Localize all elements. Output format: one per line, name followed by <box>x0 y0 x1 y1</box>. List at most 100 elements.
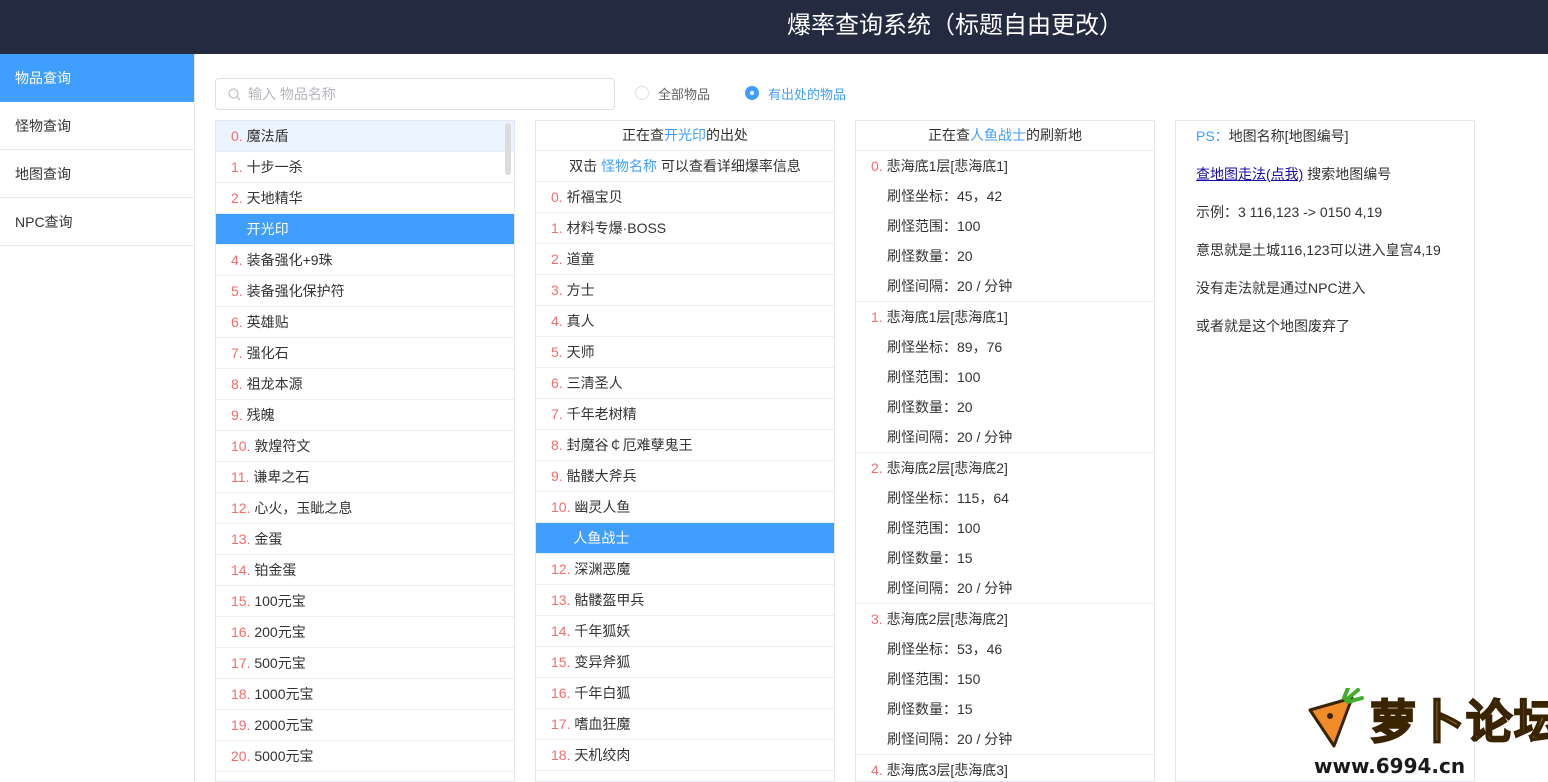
list-item[interactable]: 9. 骷髅大斧兵 <box>536 461 834 492</box>
map-route-link[interactable]: 查地图走法(点我) <box>1196 166 1303 182</box>
spawn-count: 刷怪数量：15 <box>887 701 973 717</box>
spawn-coord: 刷怪坐标：45，42 <box>887 188 1003 204</box>
radio-items-with-source-label: 有出处的物品 <box>768 86 847 102</box>
spawn-list: 正在查人鱼战士的刷新地 0. 悲海底1层[悲海底1] 刷怪坐标：45，42 刷怪… <box>855 120 1155 782</box>
search-input[interactable] <box>248 79 608 109</box>
sidebar-item-items[interactable]: 物品查询 <box>0 54 194 102</box>
spawn-count: 刷怪数量：20 <box>887 399 973 415</box>
list-item[interactable]: 2. 道童 <box>536 244 834 275</box>
spawn-interval: 刷怪间隔：20 / 分钟 <box>887 580 1013 596</box>
list-item[interactable]: 18. 1000元宝 <box>216 679 514 710</box>
radio-all-items-label: 全部物品 <box>658 86 711 102</box>
list-item-selected[interactable]: 11. 人鱼战士 <box>536 523 834 554</box>
watermark-text: 萝卜论坛 <box>1369 694 1548 750</box>
list-item[interactable]: 14. 铂金蛋 <box>216 555 514 586</box>
list-item[interactable]: 17. 嗜血狂魔 <box>536 709 834 740</box>
list-item[interactable]: 6. 英雄贴 <box>216 307 514 338</box>
spawn-map-name: 0. 悲海底1层[悲海底1] <box>871 158 1008 174</box>
list-item[interactable]: 12. 深渊恶魔 <box>536 554 834 585</box>
list-item[interactable]: 15. 100元宝 <box>216 586 514 617</box>
app-header: 爆率查询系统（标题自由更改） <box>0 0 1548 54</box>
carrot-icon <box>1308 688 1364 748</box>
list-item[interactable]: 10. 敦煌符文 <box>216 431 514 462</box>
spawn-range: 刷怪范围：100 <box>887 369 981 385</box>
sidebar: 物品查询 怪物查询 地图查询 NPC查询 <box>0 54 195 782</box>
search-box <box>215 78 615 110</box>
list-item-selected[interactable]: 3. 开光印 <box>216 214 514 245</box>
spawn-coord: 刷怪坐标：115，64 <box>887 490 1009 506</box>
radio-circle <box>635 86 649 100</box>
spawn-range: 刷怪范围：100 <box>887 218 981 234</box>
list-item[interactable]: 5. 天师 <box>536 337 834 368</box>
info-line: 没有走法就是通过NPC进入 <box>1196 280 1366 296</box>
radio-all-items[interactable]: 全部物品 <box>635 84 710 102</box>
source-list: 正在查开光印的出处 双击 怪物名称 可以查看详细爆率信息 0. 祈福宝贝 1. … <box>535 120 835 782</box>
spawn-interval: 刷怪间隔：20 / 分钟 <box>887 731 1013 747</box>
spawn-map-name: 4. 悲海底3层[悲海底3] <box>871 762 1008 778</box>
list-item[interactable]: 20. 5000元宝 <box>216 741 514 772</box>
list-item[interactable]: 0. 魔法盾 <box>216 121 514 152</box>
source-list-header: 正在查开光印的出处 <box>536 121 834 151</box>
list-item[interactable]: 11. 谦卑之石 <box>216 462 514 493</box>
list-item[interactable]: 0. 祈福宝贝 <box>536 182 834 213</box>
list-item[interactable]: 14. 千年狐妖 <box>536 616 834 647</box>
page-title: 爆率查询系统（标题自由更改） <box>787 12 1123 39</box>
list-item[interactable]: 10. 幽灵人鱼 <box>536 492 834 523</box>
list-item[interactable]: 18. 天机绞肉 <box>536 740 834 771</box>
spawn-entry[interactable]: 0. 悲海底1层[悲海底1] 刷怪坐标：45，42 刷怪范围：100 刷怪数量：… <box>856 151 1154 302</box>
list-item[interactable]: 12. 心火，玉眦之息 <box>216 493 514 524</box>
list-item[interactable]: 7. 强化石 <box>216 338 514 369</box>
list-item[interactable]: 8. 祖龙本源 <box>216 369 514 400</box>
radio-items-with-source[interactable]: 有出处的物品 <box>745 84 846 102</box>
scrollbar-thumb[interactable] <box>505 123 511 175</box>
list-item[interactable]: 3. 方士 <box>536 275 834 306</box>
list-item[interactable]: 1. 十步一杀 <box>216 152 514 183</box>
spawn-coord: 刷怪坐标：53，46 <box>887 641 1003 657</box>
radio-circle-checked <box>745 86 759 100</box>
watermark-url: www.6994.cn <box>1314 754 1466 778</box>
info-line: 意思就是土城116,123可以进入皇宫4,19 <box>1196 242 1441 258</box>
spawn-map-name: 1. 悲海底1层[悲海底1] <box>871 309 1008 325</box>
spawn-coord: 刷怪坐标：89，76 <box>887 339 1003 355</box>
list-item[interactable]: 16. 千年白狐 <box>536 678 834 709</box>
sidebar-item-maps[interactable]: 地图查询 <box>0 150 194 198</box>
info-line: PS：地图名称[地图编号] <box>1196 128 1349 144</box>
spawn-count: 刷怪数量：20 <box>887 248 973 264</box>
list-item[interactable]: 13. 骷髅盔甲兵 <box>536 585 834 616</box>
list-item[interactable]: 5. 装备强化保护符 <box>216 276 514 307</box>
info-line: 查地图走法(点我) 搜索地图编号 <box>1196 166 1392 182</box>
list-item[interactable]: 2. 天地精华 <box>216 183 514 214</box>
sidebar-item-monsters[interactable]: 怪物查询 <box>0 102 194 150</box>
list-item[interactable]: 16. 200元宝 <box>216 617 514 648</box>
spawn-entry[interactable]: 1. 悲海底1层[悲海底1] 刷怪坐标：89，76 刷怪范围：100 刷怪数量：… <box>856 302 1154 453</box>
list-item[interactable]: 1. 材料专爆·BOSS <box>536 213 834 244</box>
list-item[interactable]: 6. 三清圣人 <box>536 368 834 399</box>
spawn-list-header: 正在查人鱼战士的刷新地 <box>856 121 1154 151</box>
spawn-interval: 刷怪间隔：20 / 分钟 <box>887 278 1013 294</box>
spawn-entry[interactable]: 2. 悲海底2层[悲海底2] 刷怪坐标：115，64 刷怪范围：100 刷怪数量… <box>856 453 1154 604</box>
list-item[interactable]: 4. 真人 <box>536 306 834 337</box>
list-item[interactable]: 9. 残魄 <box>216 400 514 431</box>
spawn-count: 刷怪数量：15 <box>887 550 973 566</box>
source-list-hint: 双击 怪物名称 可以查看详细爆率信息 <box>536 151 834 182</box>
spawn-entry[interactable]: 3. 悲海底2层[悲海底2] 刷怪坐标：53，46 刷怪范围：150 刷怪数量：… <box>856 604 1154 755</box>
list-item[interactable]: 7. 千年老树精 <box>536 399 834 430</box>
list-item[interactable]: 8. 封魔谷￠厄难孽鬼王 <box>536 430 834 461</box>
spawn-map-name: 3. 悲海底2层[悲海底2] <box>871 611 1008 627</box>
list-item[interactable]: 13. 金蛋 <box>216 524 514 555</box>
search-icon <box>228 88 241 101</box>
list-item[interactable]: 19. 2000元宝 <box>216 710 514 741</box>
sidebar-item-npcs[interactable]: NPC查询 <box>0 198 194 246</box>
watermark-logo: 萝卜论坛 www.6994.cn <box>1300 680 1548 780</box>
list-item[interactable]: 4. 装备强化+9珠 <box>216 245 514 276</box>
list-item[interactable]: 17. 500元宝 <box>216 648 514 679</box>
spawn-entry[interactable]: 4. 悲海底3层[悲海底3] <box>856 755 1154 781</box>
spawn-range: 刷怪范围：150 <box>887 671 981 687</box>
spawn-map-name: 2. 悲海底2层[悲海底2] <box>871 460 1008 476</box>
spawn-range: 刷怪范围：100 <box>887 520 981 536</box>
list-item[interactable]: 15. 变异斧狐 <box>536 647 834 678</box>
item-list: 0. 魔法盾 1. 十步一杀 2. 天地精华 3. 开光印 4. 装备强化+9珠… <box>215 120 515 782</box>
info-line: 或者就是这个地图废弃了 <box>1196 318 1350 334</box>
spawn-interval: 刷怪间隔：20 / 分钟 <box>887 429 1013 445</box>
info-line: 示例：3 116,123 -> 0150 4,19 <box>1196 204 1383 220</box>
